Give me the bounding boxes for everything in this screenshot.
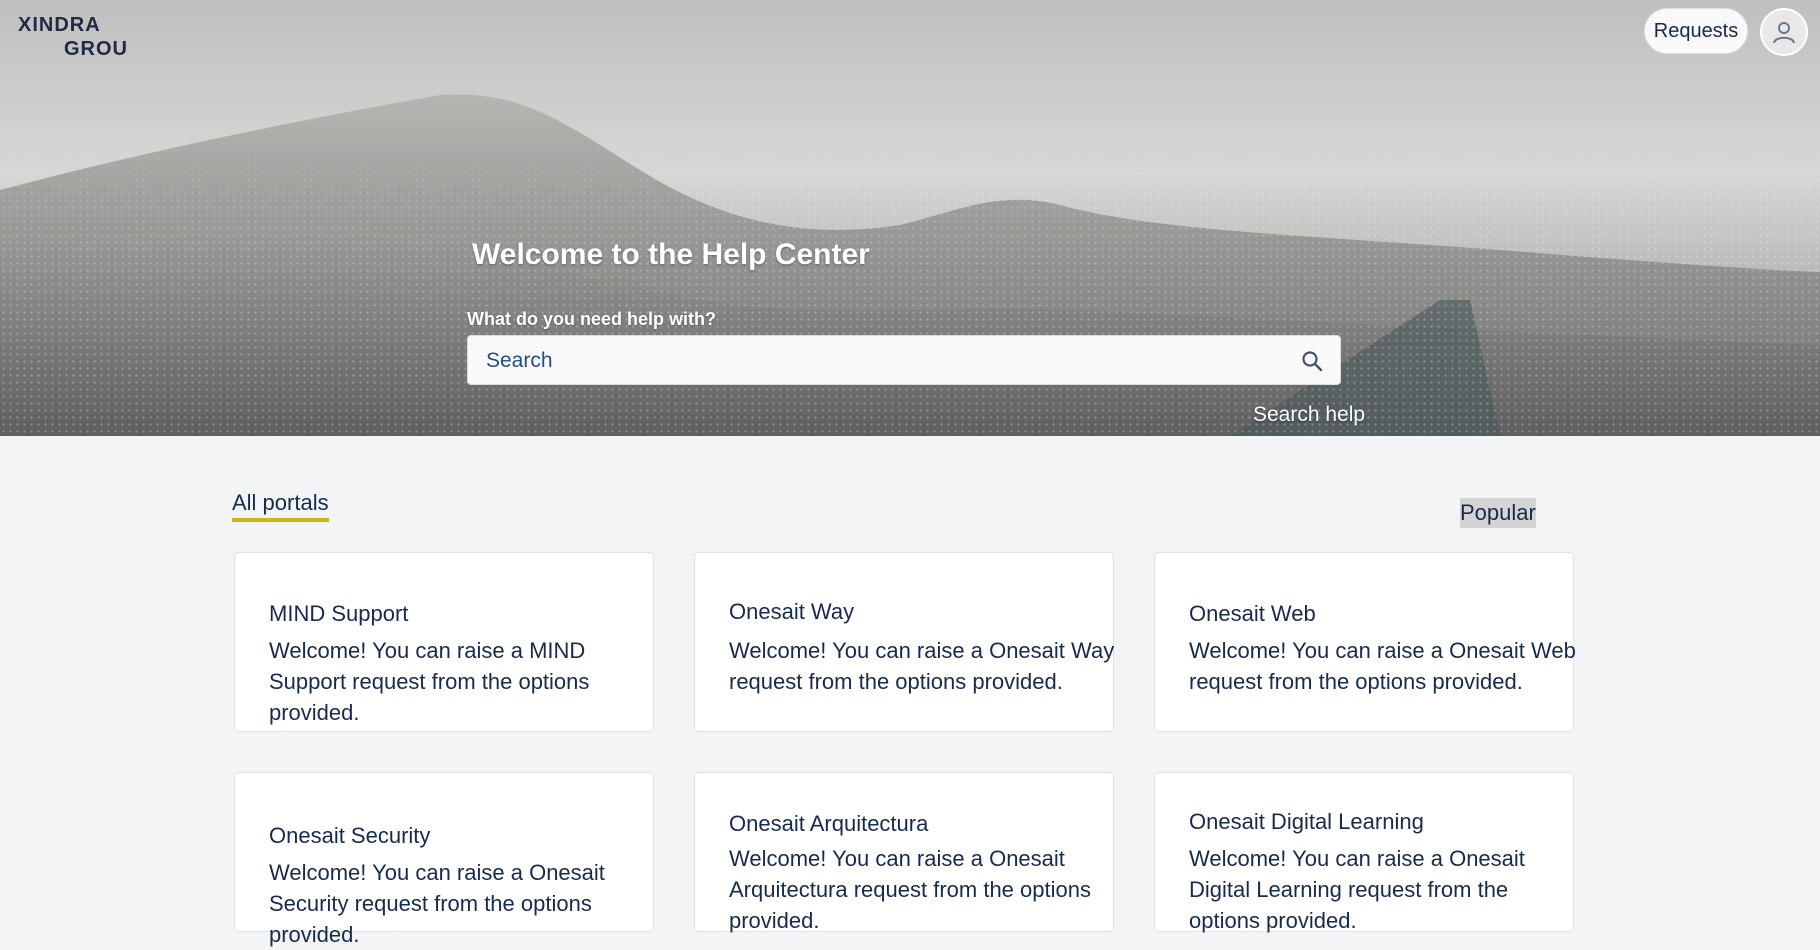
portal-card-description: Welcome! You can raise a MIND Support re…	[269, 638, 590, 725]
portal-card-onesait-web[interactable]: Onesait Web Welcome! You can raise a One…	[1154, 552, 1576, 732]
hero-banner: XINDRA GROU Requests Welcome to the Help…	[0, 0, 1820, 436]
portal-card-description: Welcome! You can raise a Onesait Way req…	[729, 638, 1115, 694]
portal-card-description: Welcome! You can raise a Onesait Digital…	[1189, 846, 1525, 933]
portal-card-title: Onesait Arquitectura	[729, 811, 929, 836]
portal-card-title: MIND Support	[269, 601, 409, 626]
user-icon	[1773, 22, 1795, 44]
tab-popular[interactable]: Popular	[1460, 498, 1536, 528]
tab-all-portals[interactable]: All portals	[232, 490, 329, 522]
company-logo[interactable]: XINDRA GROU	[18, 14, 163, 62]
page-title: Welcome to the Help Center	[472, 238, 870, 271]
portal-card-onesait-security[interactable]: Onesait Security Welcome! You can raise …	[234, 772, 654, 947]
portal-card-title: Onesait Security	[269, 823, 431, 848]
portal-card-onesait-arquitectura[interactable]: Onesait Arquitectura Welcome! You can ra…	[694, 772, 1114, 933]
portal-card-onesait-way[interactable]: Onesait Way Welcome! You can raise a One…	[694, 552, 1114, 732]
requests-button[interactable]: Requests	[1644, 8, 1748, 54]
search-help-link[interactable]: Search help	[1253, 403, 1365, 427]
search-input[interactable]	[484, 344, 1268, 378]
search-box[interactable]	[467, 335, 1341, 385]
portal-card-onesait-digital-learning[interactable]: Onesait Digital Learning Welcome! You ca…	[1154, 772, 1574, 933]
portal-card-title: Onesait Digital Learning	[1189, 809, 1424, 834]
user-avatar[interactable]	[1760, 8, 1808, 56]
logo-text-line1: XINDRA	[18, 14, 101, 36]
search-icon[interactable]	[1297, 346, 1327, 376]
portal-card-title: Onesait Way	[729, 599, 855, 624]
portal-card-description: Welcome! You can raise a Onesait Web req…	[1189, 638, 1576, 694]
hero-dot-pattern	[0, 120, 1820, 436]
portal-card-mind-support[interactable]: MIND Support Welcome! You can raise a MI…	[234, 552, 654, 732]
portal-card-title: Onesait Web	[1189, 601, 1316, 626]
logo-text-line2: GROU	[64, 38, 128, 60]
portal-card-description: Welcome! You can raise a Onesait Arquite…	[729, 846, 1091, 933]
search-prompt-label: What do you need help with?	[467, 309, 716, 329]
portal-card-description: Welcome! You can raise a Onesait Securit…	[269, 860, 605, 947]
